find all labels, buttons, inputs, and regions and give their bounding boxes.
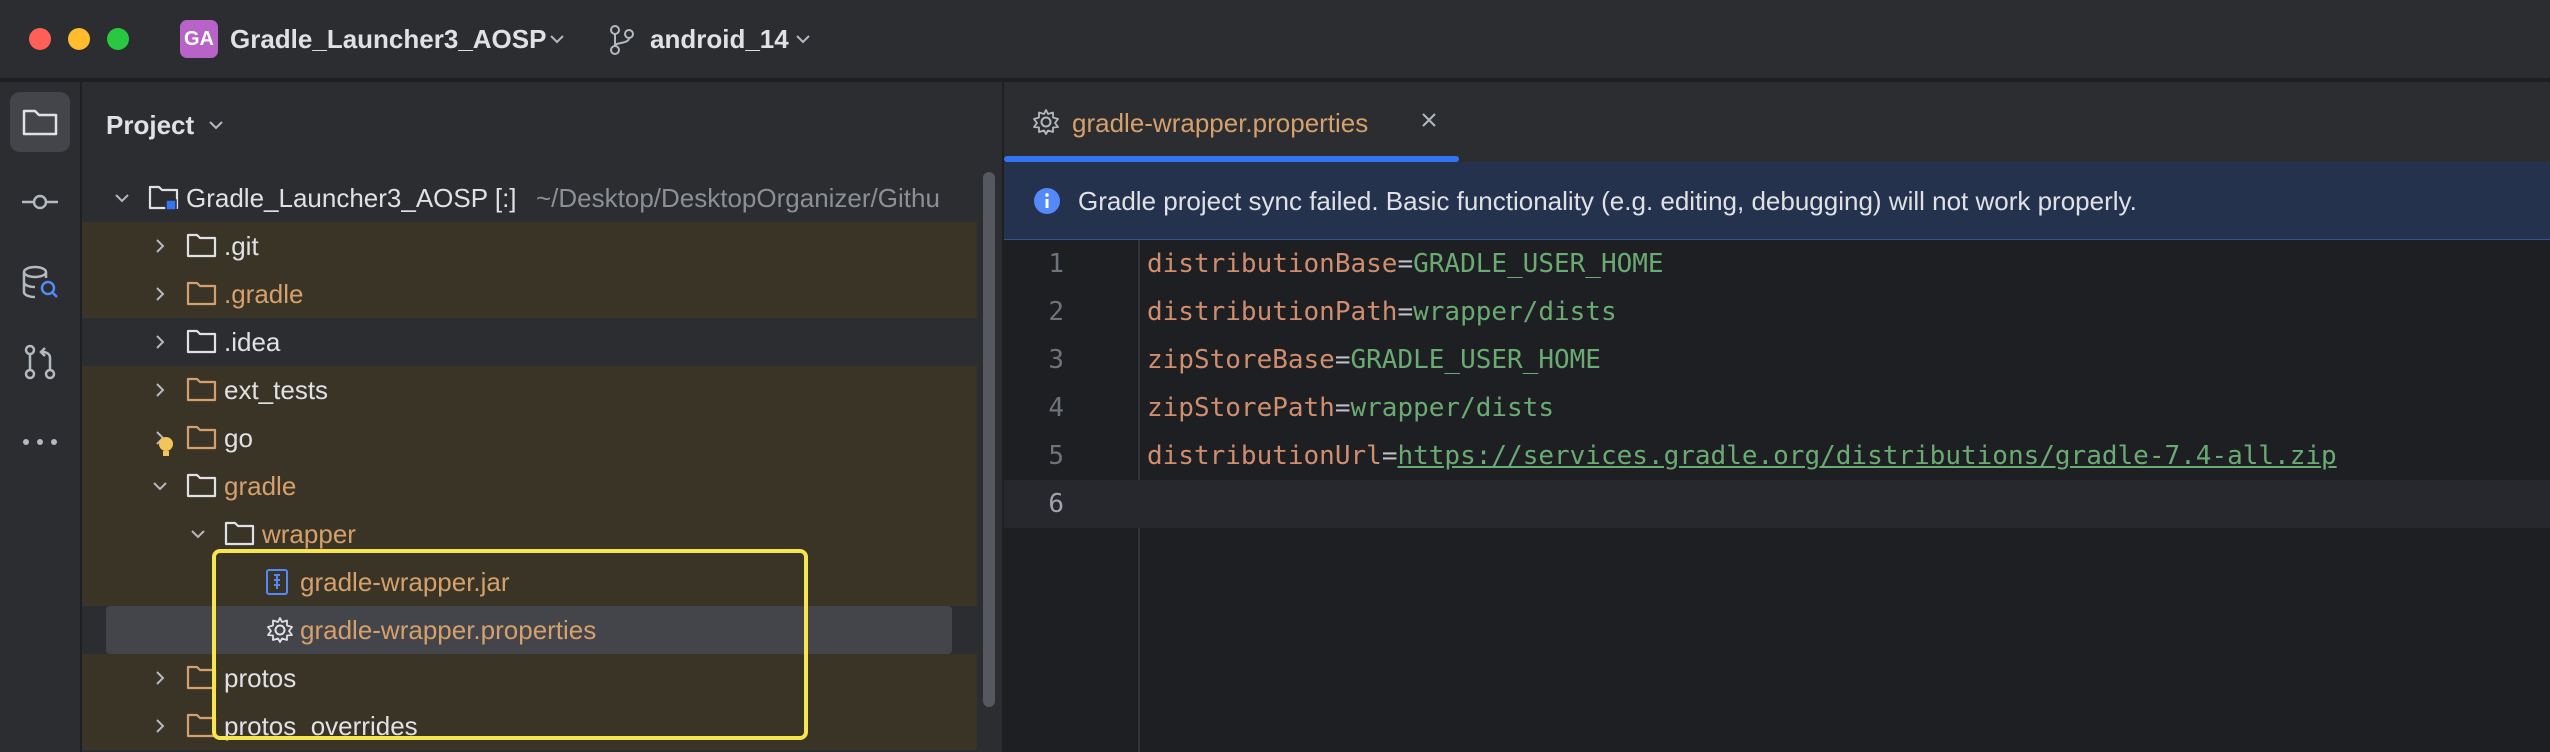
folder-icon bbox=[186, 281, 217, 306]
folder-icon bbox=[186, 329, 217, 354]
folder-icon bbox=[186, 425, 217, 450]
line-number: 5 bbox=[1048, 441, 1064, 471]
equals-sign: = bbox=[1334, 393, 1351, 423]
code-line-current[interactable]: 6 bbox=[1004, 480, 2550, 528]
folder-icon bbox=[186, 233, 217, 258]
close-icon[interactable] bbox=[1419, 110, 1439, 130]
title-bar: GA Gradle_Launcher3_AOSP android_14 bbox=[0, 0, 2550, 80]
line-number: 4 bbox=[1048, 393, 1064, 423]
chevron-right-icon[interactable] bbox=[150, 236, 170, 256]
tool-window-strip bbox=[0, 82, 82, 752]
equals-sign: = bbox=[1397, 249, 1414, 279]
equals-sign: = bbox=[1334, 345, 1351, 375]
gear-icon bbox=[1033, 109, 1059, 135]
code-line[interactable]: 5 distributionUrl=https://services.gradl… bbox=[1004, 432, 2550, 480]
tree-item-label: wrapper bbox=[262, 519, 356, 549]
tree-item-label: .git bbox=[224, 231, 259, 261]
property-value: wrapper/dists bbox=[1413, 297, 1617, 327]
commit-icon bbox=[22, 194, 58, 210]
property-value: GRADLE_USER_HOME bbox=[1350, 345, 1601, 375]
tree-item-label: gradle bbox=[224, 471, 297, 501]
chevron-down-icon[interactable] bbox=[188, 524, 208, 544]
chevron-right-icon[interactable] bbox=[150, 380, 170, 400]
line-number: 2 bbox=[1048, 297, 1064, 327]
chevron-right-icon[interactable] bbox=[150, 668, 170, 688]
lightbulb-icon[interactable] bbox=[157, 436, 175, 458]
tree-item-git[interactable]: .git bbox=[82, 222, 977, 270]
chevron-down-icon[interactable] bbox=[150, 476, 170, 496]
property-key: distributionPath bbox=[1147, 297, 1398, 327]
line-number: 1 bbox=[1048, 249, 1064, 279]
zoom-window-button[interactable] bbox=[107, 28, 129, 50]
banner-message: Gradle project sync failed. Basic functi… bbox=[1078, 186, 2137, 216]
more-tools-button[interactable] bbox=[10, 412, 70, 472]
property-value: GRADLE_USER_HOME bbox=[1413, 249, 1664, 279]
chevron-right-icon[interactable] bbox=[150, 332, 170, 352]
branch-selector[interactable]: android_14 bbox=[650, 24, 789, 55]
chevron-down-icon[interactable] bbox=[112, 188, 132, 208]
pull-requests-tool-button[interactable] bbox=[10, 332, 70, 392]
tree-item-label: .gradle bbox=[224, 279, 304, 309]
folder-icon bbox=[186, 473, 217, 498]
chevron-right-icon[interactable] bbox=[150, 716, 170, 736]
tree-item-label: ext_tests bbox=[224, 375, 329, 405]
tree-item-idea[interactable]: .idea bbox=[82, 318, 977, 366]
database-tool-button[interactable] bbox=[10, 252, 70, 312]
tree-root-row[interactable]: Gradle_Launcher3_AOSP [:] ~/Desktop/Desk… bbox=[82, 174, 977, 222]
project-selector[interactable]: Gradle_Launcher3_AOSP bbox=[230, 24, 546, 55]
distribution-url-link[interactable]: https://services.gradle.org/distribution… bbox=[1397, 441, 2336, 471]
info-icon bbox=[1034, 188, 1060, 214]
module-folder-icon bbox=[148, 185, 179, 211]
folder-icon bbox=[22, 109, 58, 136]
tree-root-label: Gradle_Launcher3_AOSP [:] bbox=[186, 183, 517, 213]
property-value: wrapper/dists bbox=[1350, 393, 1555, 423]
sync-failed-banner: Gradle project sync failed. Basic functi… bbox=[1004, 162, 2550, 240]
editor-tab[interactable]: gradle-wrapper.properties bbox=[1004, 82, 1459, 162]
pull-request-icon bbox=[24, 344, 56, 380]
project-panel: Project Gradle_Launcher3_AOSP [:] ~/Desk… bbox=[82, 82, 1002, 752]
tree-item-gradle[interactable]: gradle bbox=[82, 462, 977, 510]
editor-tab-bar: gradle-wrapper.properties bbox=[1004, 82, 2550, 162]
equals-sign: = bbox=[1397, 297, 1414, 327]
property-key: distributionBase bbox=[1147, 249, 1398, 279]
tree-item-gradle-cache[interactable]: .gradle bbox=[82, 270, 977, 318]
property-key: distributionUrl bbox=[1147, 441, 1382, 471]
project-tool-button[interactable] bbox=[10, 92, 70, 152]
folder-icon bbox=[224, 521, 255, 546]
project-scrollbar[interactable] bbox=[983, 172, 995, 707]
folder-icon bbox=[186, 377, 217, 402]
commit-tool-button[interactable] bbox=[10, 172, 70, 232]
highlight-annotation-box bbox=[212, 549, 808, 740]
chevron-down-icon[interactable] bbox=[794, 30, 812, 48]
code-line[interactable]: 4 zipStorePath=wrapper/dists bbox=[1004, 384, 2550, 432]
equals-sign: = bbox=[1381, 441, 1398, 471]
database-search-icon bbox=[22, 265, 58, 299]
code-line[interactable]: 3 zipStoreBase=GRADLE_USER_HOME bbox=[1004, 336, 2550, 384]
line-number: 3 bbox=[1048, 345, 1064, 375]
tree-root-path: ~/Desktop/DesktopOrganizer/Githu bbox=[536, 183, 940, 213]
tree-item-ext-tests[interactable]: ext_tests bbox=[82, 366, 977, 414]
editor-tab-label: gradle-wrapper.properties bbox=[1072, 108, 1369, 138]
code-line[interactable]: 1 distributionBase=GRADLE_USER_HOME bbox=[1004, 240, 2550, 288]
tree-item-label: go bbox=[224, 423, 253, 453]
line-number: 6 bbox=[1048, 489, 1064, 519]
minimize-window-button[interactable] bbox=[68, 28, 90, 50]
git-branch-icon[interactable] bbox=[607, 24, 637, 56]
project-badge[interactable]: GA bbox=[180, 20, 218, 58]
property-key: zipStorePath bbox=[1147, 393, 1335, 423]
chevron-down-icon[interactable] bbox=[207, 116, 225, 134]
editor-area: gradle-wrapper.properties Gradle project… bbox=[1004, 82, 2550, 752]
chevron-right-icon[interactable] bbox=[150, 284, 170, 304]
tree-item-go[interactable]: go bbox=[82, 414, 977, 462]
close-window-button[interactable] bbox=[29, 28, 51, 50]
panel-title[interactable]: Project bbox=[106, 110, 194, 141]
property-key: zipStoreBase bbox=[1147, 345, 1335, 375]
code-line[interactable]: 2 distributionPath=wrapper/dists bbox=[1004, 288, 2550, 336]
chevron-down-icon[interactable] bbox=[548, 30, 566, 48]
tree-item-label: .idea bbox=[224, 327, 281, 357]
more-icon bbox=[23, 439, 57, 445]
